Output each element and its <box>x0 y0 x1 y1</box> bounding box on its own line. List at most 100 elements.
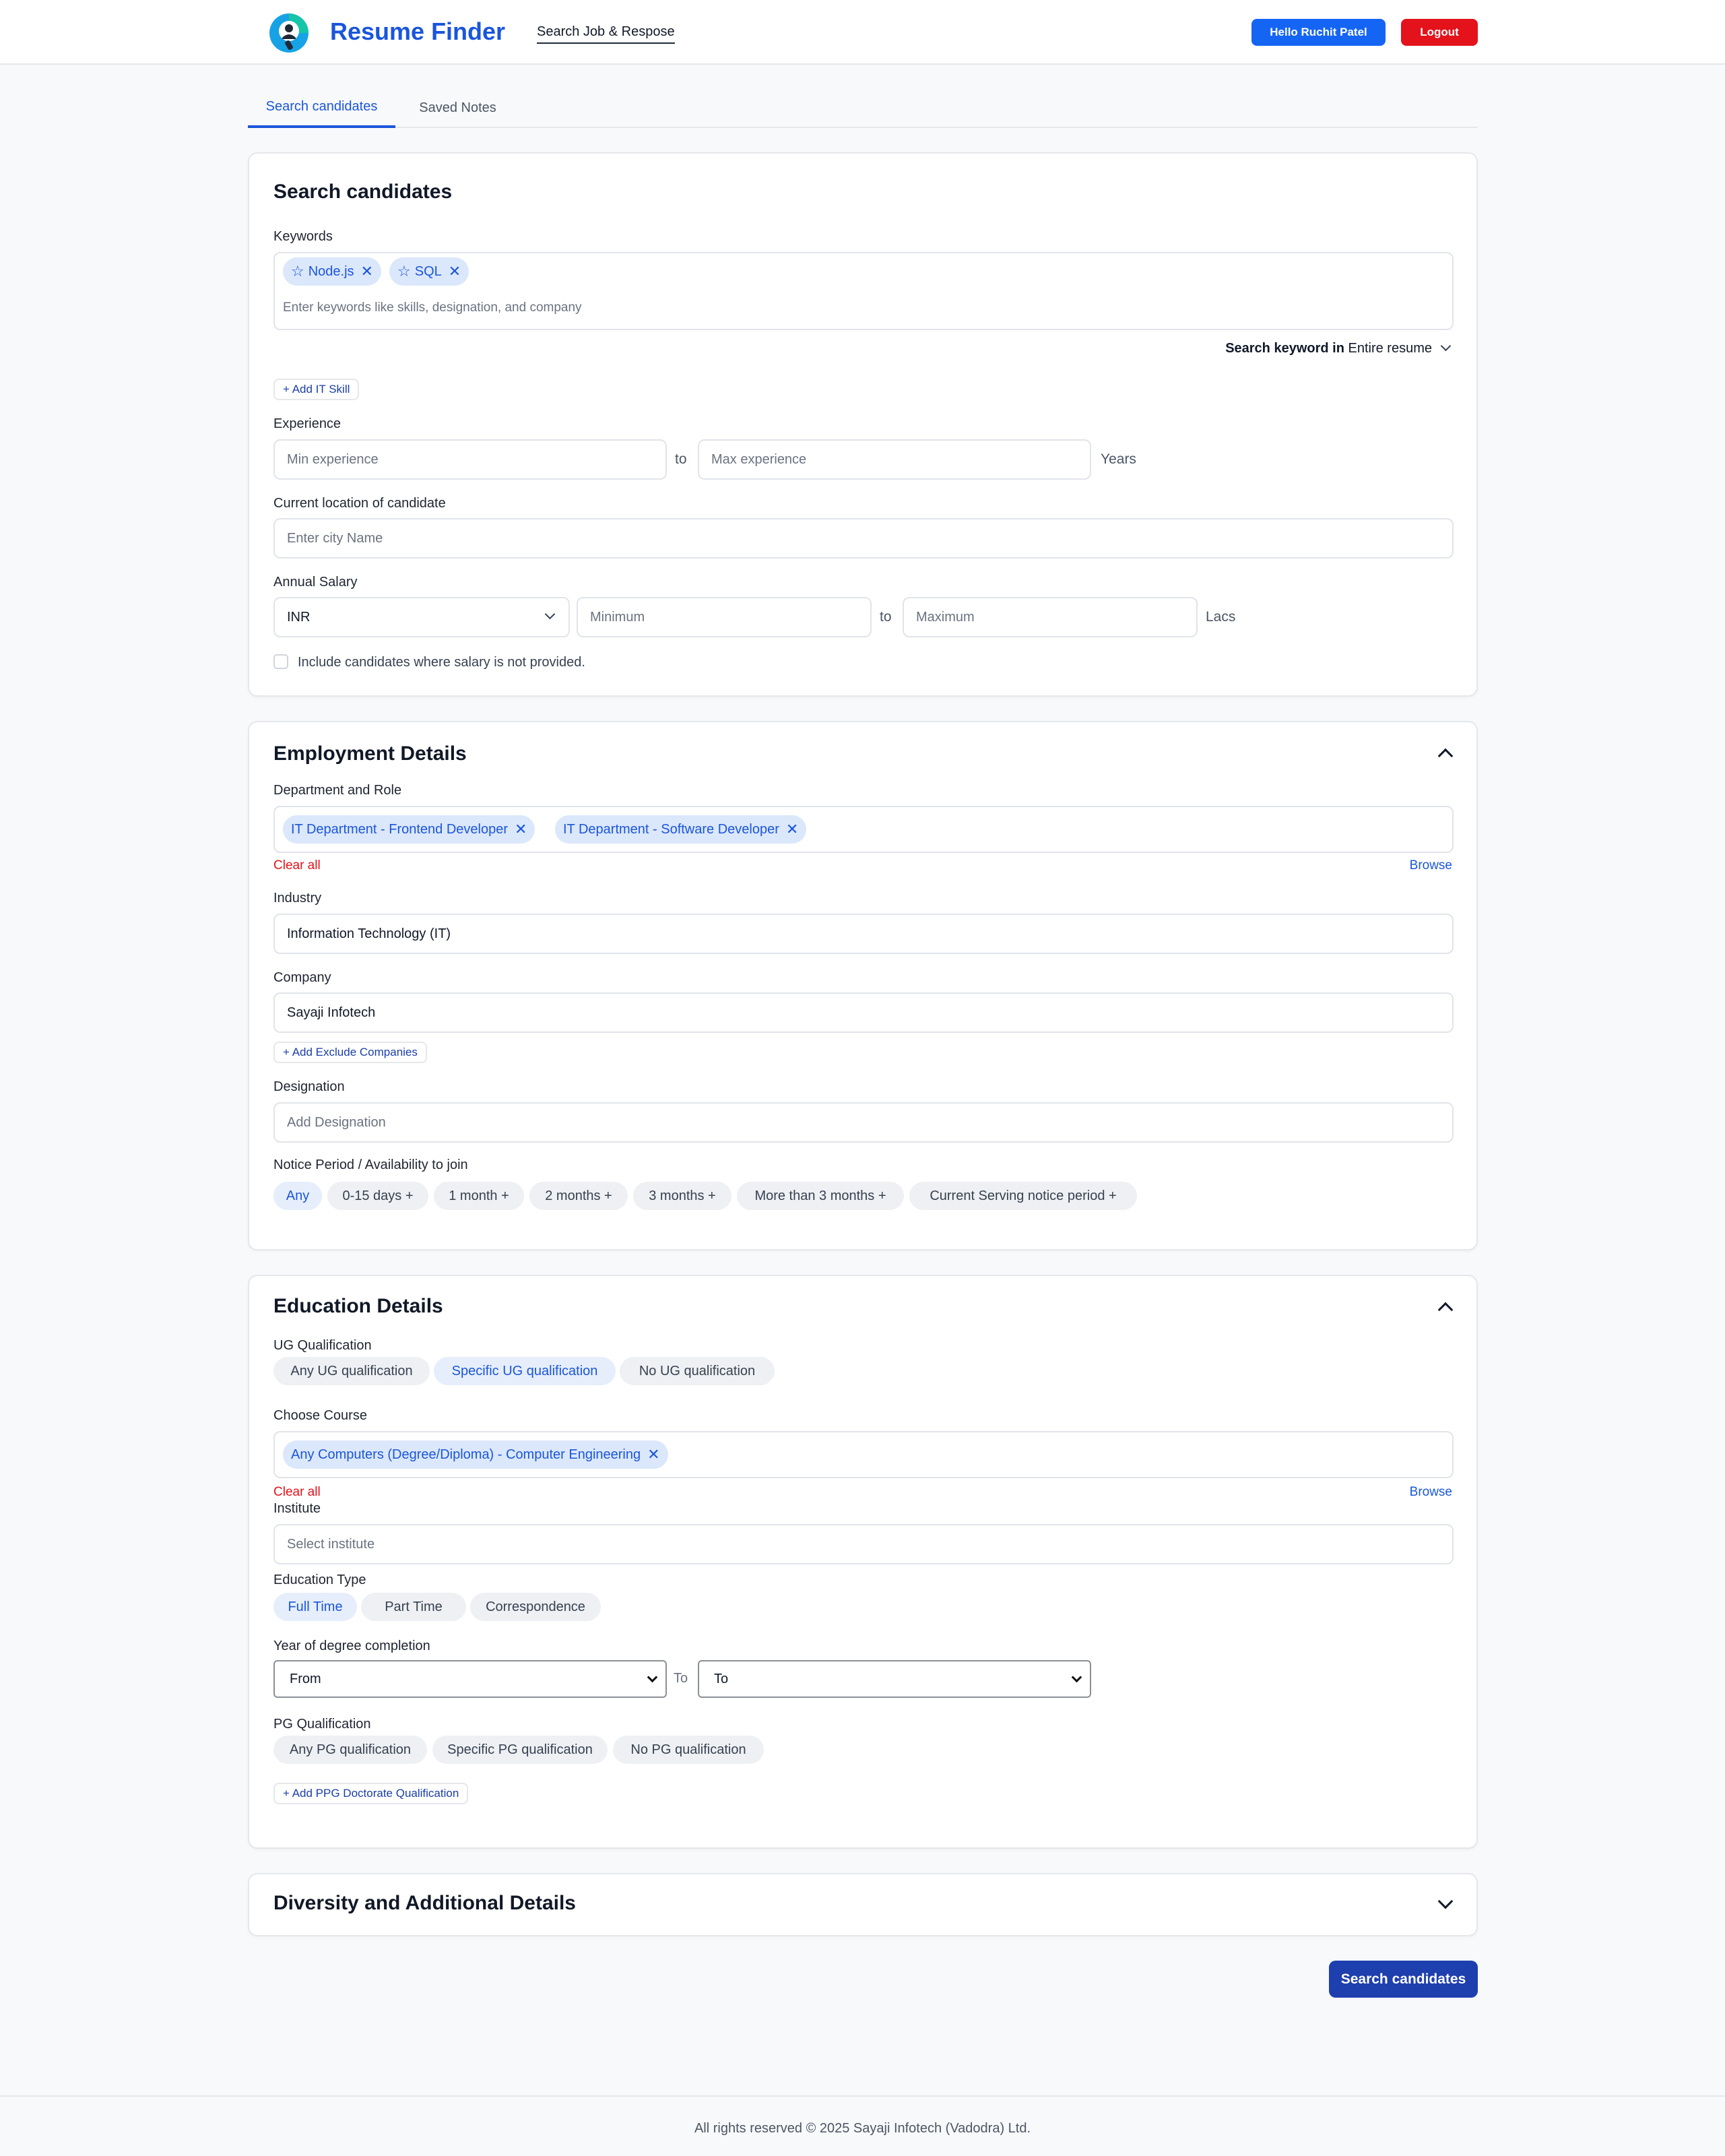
include-no-salary-checkbox[interactable] <box>273 654 288 669</box>
ug-option-any[interactable]: Any UG qualification <box>273 1357 430 1385</box>
star-icon[interactable]: ☆ <box>397 263 411 280</box>
search-keyword-in-select[interactable]: Search keyword in Entire resume <box>1225 341 1432 356</box>
department-role-label: Department and Role <box>273 783 402 798</box>
diversity-details-card[interactable]: Diversity and Additional Details <box>248 1873 1478 1936</box>
remove-keyword-icon[interactable]: ✕ <box>361 263 373 280</box>
remove-keyword-icon[interactable]: ✕ <box>449 263 461 280</box>
notice-option-more-than-3-months[interactable]: More than 3 months + <box>737 1182 904 1210</box>
clear-all-departments-link[interactable]: Clear all <box>273 858 321 873</box>
pg-qualification-label: PG Qualification <box>273 1717 371 1732</box>
expand-chevron-down-icon[interactable] <box>1437 1893 1454 1909</box>
company-label: Company <box>273 970 331 985</box>
keywords-label: Keywords <box>273 229 333 244</box>
max-experience-input[interactable]: Max experience <box>698 439 1091 480</box>
search-card-title: Search candidates <box>273 181 453 203</box>
search-candidates-button[interactable]: Search candidates <box>1329 1961 1478 1998</box>
pg-option-specific[interactable]: Specific PG qualification <box>432 1736 608 1764</box>
remove-department-icon[interactable]: ✕ <box>786 821 798 838</box>
logout-button[interactable]: Logout <box>1401 19 1478 46</box>
notice-period-label: Notice Period / Availability to join <box>273 1158 468 1172</box>
currency-select[interactable]: INR <box>273 597 570 637</box>
include-no-salary-label: Include candidates where salary is not p… <box>298 655 585 670</box>
edu-type-full-time[interactable]: Full Time <box>273 1593 357 1621</box>
industry-label: Industry <box>273 891 322 906</box>
pg-option-none[interactable]: No PG qualification <box>613 1736 764 1764</box>
brand-name: Resume Finder <box>330 18 506 45</box>
remove-department-icon[interactable]: ✕ <box>515 821 527 838</box>
max-salary-input[interactable]: Maximum <box>903 597 1198 637</box>
keywords-input[interactable]: Enter keywords like skills, designation,… <box>283 300 582 315</box>
chevron-down-icon <box>544 608 556 620</box>
add-exclude-companies-button[interactable]: + Add Exclude Companies <box>273 1042 427 1063</box>
year-to-select[interactable]: To <box>698 1660 1091 1698</box>
education-title: Education Details <box>273 1295 443 1317</box>
course-field[interactable]: Any Computers (Degree/Diploma) - Compute… <box>273 1431 1454 1478</box>
department-chip: IT Department - Frontend Developer ✕ <box>283 815 535 844</box>
page-tabs: Search candidates Saved Notes <box>248 88 1478 128</box>
search-in-label: Search keyword in <box>1225 341 1344 356</box>
browse-courses-link[interactable]: Browse <box>1410 1485 1452 1500</box>
lacs-unit: Lacs <box>1206 609 1236 625</box>
notice-option-2-months[interactable]: 2 months + <box>529 1182 628 1210</box>
notice-option-0-15-days[interactable]: 0-15 days + <box>327 1182 428 1210</box>
collapse-chevron-up-icon[interactable] <box>1437 1302 1454 1318</box>
city-input[interactable]: Enter city Name <box>273 518 1454 559</box>
remove-course-icon[interactable]: ✕ <box>647 1446 659 1463</box>
star-icon[interactable]: ☆ <box>291 263 304 280</box>
search-in-value: Entire resume <box>1348 341 1433 356</box>
footer: All rights reserved © 2025 Sayaji Infote… <box>0 2095 1725 2156</box>
chevron-down-icon <box>647 1672 658 1683</box>
edu-type-correspondence[interactable]: Correspondence <box>470 1593 601 1621</box>
tab-saved-notes[interactable]: Saved Notes <box>395 88 520 128</box>
pg-option-any[interactable]: Any PG qualification <box>273 1736 427 1764</box>
choose-course-label: Choose Course <box>273 1408 367 1423</box>
annual-salary-label: Annual Salary <box>273 575 358 590</box>
years-unit: Years <box>1101 451 1136 467</box>
collapse-chevron-up-icon[interactable] <box>1437 748 1454 764</box>
experience-to-text: to <box>675 451 687 467</box>
min-experience-input[interactable]: Min experience <box>273 439 667 480</box>
industry-input[interactable]: Information Technology (IT) <box>273 914 1454 954</box>
add-it-skill-button[interactable]: + Add IT Skill <box>273 379 360 400</box>
department-chip: IT Department - Software Developer ✕ <box>555 815 807 844</box>
diversity-title: Diversity and Additional Details <box>273 1892 576 1914</box>
department-role-field[interactable]: IT Department - Frontend Developer ✕ IT … <box>273 806 1454 853</box>
notice-option-current-serving[interactable]: Current Serving notice period + <box>909 1182 1137 1210</box>
company-input[interactable]: Sayaji Infotech <box>273 992 1454 1033</box>
experience-label: Experience <box>273 416 341 431</box>
chevron-down-icon[interactable] <box>1440 340 1452 352</box>
institute-label: Institute <box>273 1501 321 1516</box>
min-salary-input[interactable]: Minimum <box>577 597 872 637</box>
notice-option-1-month[interactable]: 1 month + <box>434 1182 524 1210</box>
user-profile-button[interactable]: Hello Ruchit Patel <box>1251 19 1386 46</box>
tab-search-candidates[interactable]: Search candidates <box>248 88 395 128</box>
year-completion-label: Year of degree completion <box>273 1639 430 1653</box>
top-header: Resume Finder Search Job & Respose Hello… <box>0 0 1725 65</box>
keyword-chip: ☆ Node.js ✕ <box>283 257 381 286</box>
salary-to-text: to <box>880 609 892 625</box>
notice-option-3-months[interactable]: 3 months + <box>633 1182 731 1210</box>
search-candidates-card: Search candidates Keywords ☆ Node.js ✕ ☆… <box>248 152 1478 697</box>
add-ppg-doctorate-button[interactable]: + Add PPG Doctorate Qualification <box>273 1783 469 1804</box>
resume-finder-logo-icon <box>269 13 308 53</box>
designation-label: Designation <box>273 1079 345 1094</box>
notice-option-any[interactable]: Any <box>273 1182 322 1210</box>
ug-option-specific[interactable]: Specific UG qualification <box>434 1357 616 1385</box>
ug-option-none[interactable]: No UG qualification <box>620 1357 775 1385</box>
currency-value: INR <box>287 609 311 625</box>
ug-qualification-label: UG Qualification <box>273 1338 372 1353</box>
chevron-down-icon <box>1071 1672 1082 1683</box>
institute-input[interactable]: Select institute <box>273 1524 1454 1564</box>
year-from-select[interactable]: From <box>273 1660 667 1698</box>
clear-all-courses-link[interactable]: Clear all <box>273 1485 321 1500</box>
browse-departments-link[interactable]: Browse <box>1410 858 1452 873</box>
nav-search-job-link[interactable]: Search Job & Respose <box>537 24 675 44</box>
year-from-value: From <box>290 1671 321 1686</box>
year-to-text: To <box>674 1671 688 1686</box>
designation-input[interactable]: Add Designation <box>273 1102 1454 1143</box>
keyword-chip: ☆ SQL ✕ <box>389 257 469 286</box>
keywords-field[interactable]: ☆ Node.js ✕ ☆ SQL ✕ Enter keywords like … <box>273 252 1454 330</box>
course-chip-label: Any Computers (Degree/Diploma) - Compute… <box>291 1447 641 1462</box>
edu-type-part-time[interactable]: Part Time <box>361 1593 466 1621</box>
department-chip-label: IT Department - Software Developer <box>563 821 779 837</box>
